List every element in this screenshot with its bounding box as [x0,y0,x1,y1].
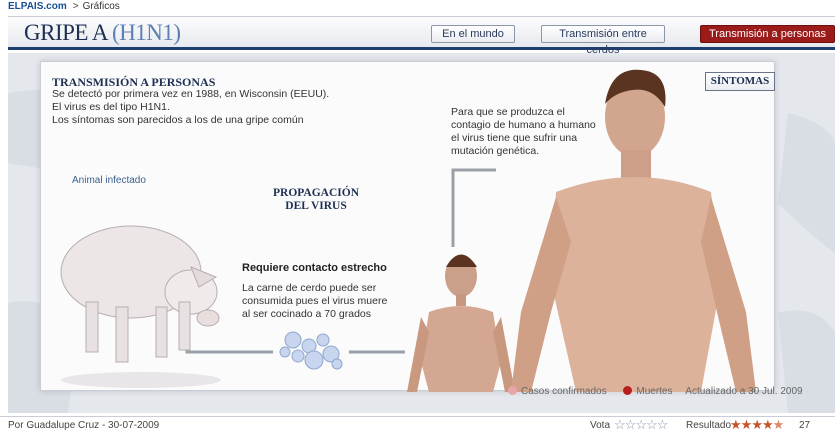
info-panel: TRANSMISIÓN A PERSONAS Se detectó por pr… [40,61,775,392]
star-half-icon: ★ [772,417,785,432]
virus-bubbles-icon [279,331,343,370]
star-outline-icon[interactable]: ☆ [657,417,669,432]
star-filled-icon: ★ [751,417,763,432]
pig-illustration [60,225,221,388]
close-contact-text: La carne de cerdo puede ser consumida pu… [242,282,388,320]
author-credit: Por Guadalupe Cruz - 30-07-2009 [8,420,160,431]
site-brand-link[interactable]: ELPAIS.com [8,1,67,12]
graphic-stage: TRANSMISIÓN A PERSONAS Se detectó por pr… [8,53,835,413]
tab-en-el-mundo[interactable]: En el mundo [431,25,515,43]
tab-transmision-entre-cerdos[interactable]: Transmisión entre cerdos [541,25,665,56]
deaths-dot-icon [623,386,633,395]
star-outline-icon[interactable]: ☆ [614,417,626,432]
star-outline-icon[interactable]: ☆ [635,417,647,432]
breadcrumb-separator: > [72,1,79,12]
star-filled-icon: ★ [730,417,742,432]
cases-dot-icon [508,386,517,395]
star-filled-icon: ★ [740,417,753,432]
animal-infected-label: Animal infectado [72,175,146,186]
vote-stars[interactable]: ☆☆☆☆☆ [614,417,669,433]
small-human-figure [407,254,515,392]
star-outline-icon[interactable]: ☆ [625,417,637,432]
footer-bar: Por Guadalupe Cruz - 30-07-2009 Vota ☆☆☆… [0,416,835,433]
illustration-layer [60,69,756,392]
map-legend: Casos confirmados Muertes Actualizado a … [508,386,803,397]
breadcrumb-section-link[interactable]: Gráficos [83,1,120,12]
graphic-header: GRIPE A (H1N1) En el mundo Transmisión e… [8,16,835,56]
star-filled-icon: ★ [761,417,774,432]
graphic-title: GRIPE A (H1N1) [24,20,181,46]
connector-line [451,168,496,247]
vote-count: 27 votos [799,420,811,431]
legend-deaths: Muertes [636,386,673,397]
connector-line [185,327,273,354]
top-breadcrumb: ELPAIS.com > Gráficos [0,0,835,16]
result-label: Resultado [686,420,732,431]
propagation-label: PROPAGACIÓN DEL VIRUS [272,187,360,212]
tab-transmision-a-personas[interactable]: Transmisión a personas [700,25,835,43]
star-outline-icon[interactable]: ☆ [646,417,658,432]
legend-updated: Actualizado a 30 Jul. 2009 [685,386,803,397]
vote-label: Vota [590,420,611,431]
large-human-figure [511,69,756,392]
result-stars: ★★★★★ [730,417,785,433]
title-sub: (H1N1) [112,20,181,45]
legend-cases: Casos confirmados [521,386,607,397]
close-contact-title: Requiere contacto estrecho [242,262,387,274]
title-main: GRIPE A [24,20,107,45]
